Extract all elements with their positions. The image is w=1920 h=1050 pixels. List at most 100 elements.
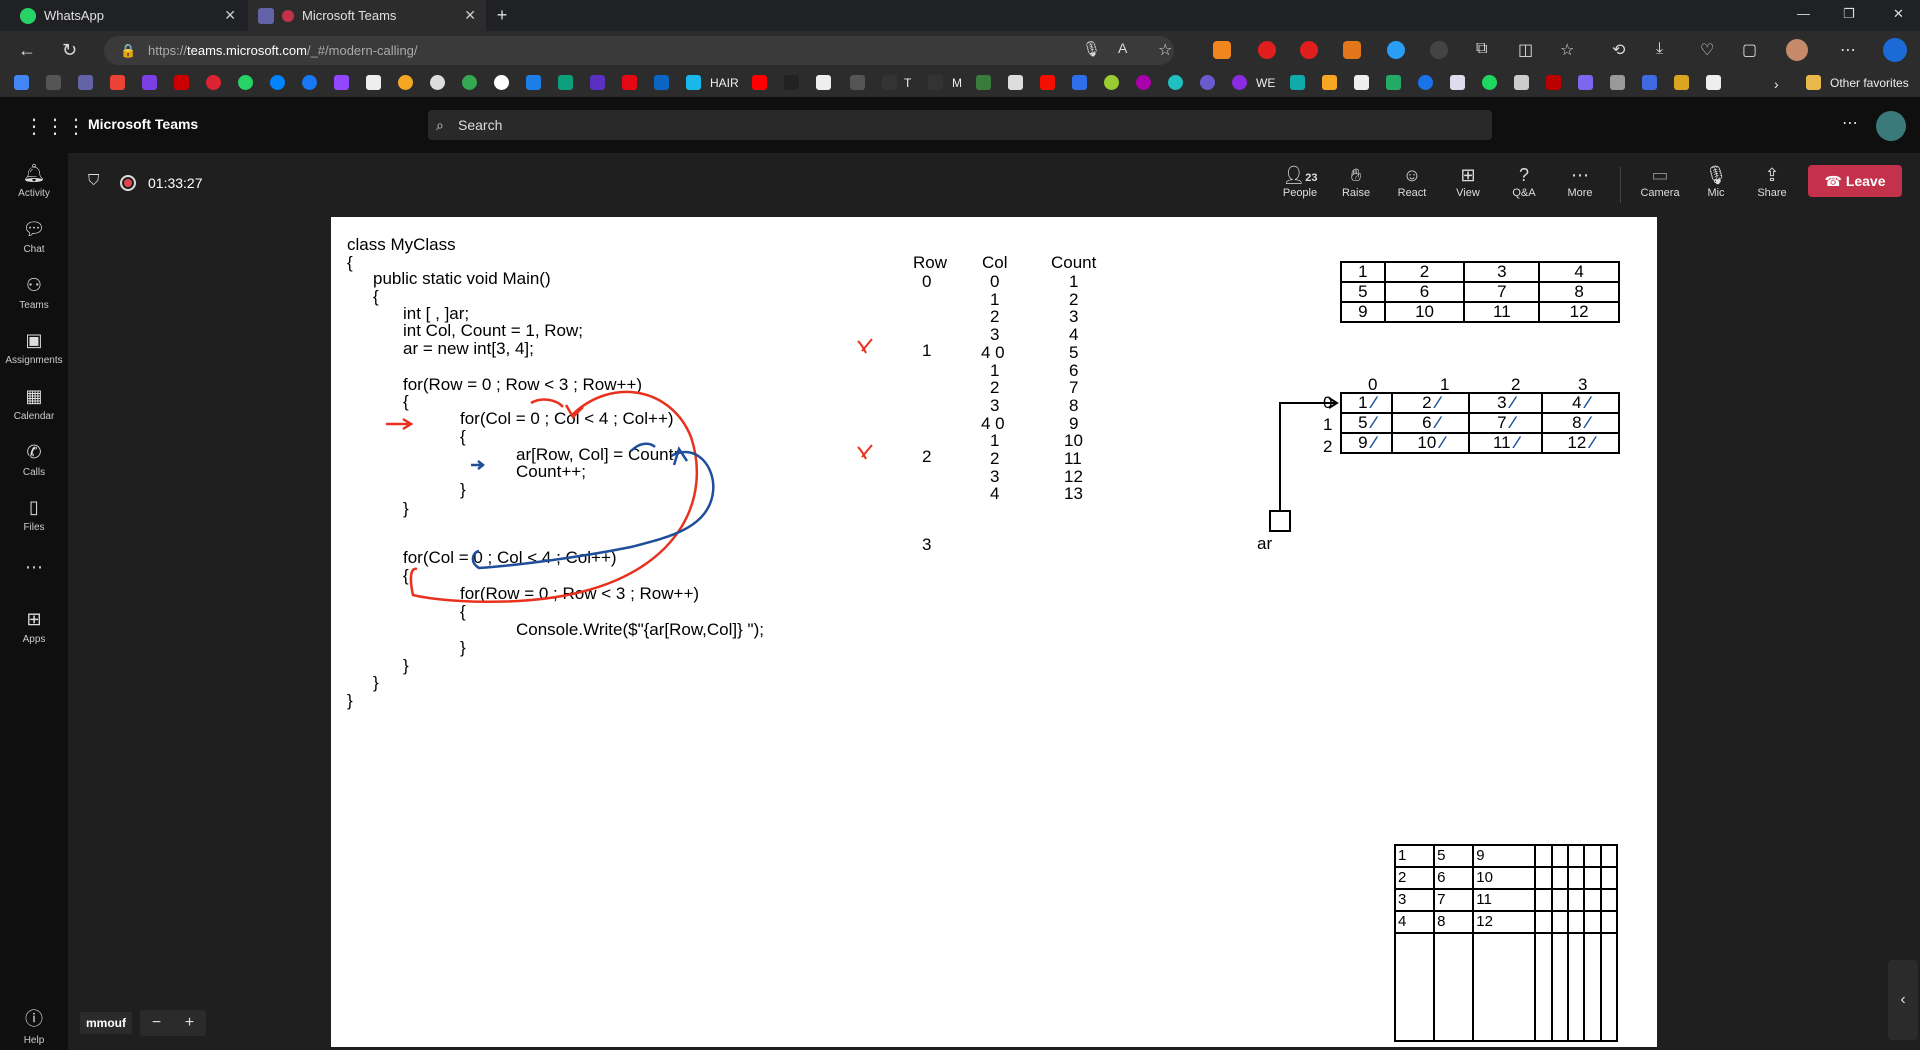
extension-icon[interactable] [1343,41,1361,59]
favorite-icon[interactable] [1072,75,1087,90]
rail-item-activity[interactable]: 🔔︎ Activity [0,163,68,199]
favorite-icon[interactable] [430,75,445,90]
new-tab-button[interactable]: + [490,4,514,26]
favorite-icon[interactable] [142,75,157,90]
favorite-icon[interactable] [334,75,349,90]
rail-item-files[interactable]: ▯ Files [0,497,68,533]
whatsapp-icon[interactable] [238,75,253,90]
favorite-hair[interactable]: HAIR [710,76,739,90]
favorite-icon[interactable] [1136,75,1151,90]
favorite-icon[interactable] [1706,75,1721,90]
extension-icon[interactable] [1213,41,1231,59]
adobe-icon[interactable] [1040,75,1055,90]
close-tab-icon[interactable]: ✕ [224,7,236,24]
favorite-icon[interactable] [882,75,897,90]
favorite-icon[interactable] [1482,75,1497,90]
camera-button[interactable]: ▭ Camera [1632,163,1688,199]
extension-icon[interactable] [1258,41,1276,59]
expand-panel-icon[interactable]: ‹ [1888,960,1918,1040]
favorite-icon[interactable] [1514,75,1529,90]
rail-item-calls[interactable]: ✆ Calls [0,442,68,478]
leave-button[interactable]: ☎ Leave [1808,165,1902,197]
restore-icon[interactable]: ❐ [1843,6,1855,22]
dark-mode-icon[interactable] [1430,41,1448,59]
extension-icon[interactable] [1300,41,1318,59]
favorite-icon[interactable] [784,75,799,90]
favorite-icon[interactable] [1200,75,1215,90]
close-tab-icon[interactable]: ✕ [464,7,476,24]
rail-item-calendar[interactable]: ▦ Calendar [0,386,68,422]
amazon-icon[interactable] [366,75,381,90]
youtube-icon[interactable] [752,75,767,90]
favorite-icon[interactable] [526,75,541,90]
messenger-icon[interactable] [270,75,285,90]
read-aloud-icon[interactable]: A [1118,40,1127,56]
rail-item-teams[interactable]: ⚇ Teams [0,275,68,311]
maps-icon[interactable] [462,75,477,90]
split-screen-icon[interactable]: ◫ [1518,40,1533,60]
favorite-icon[interactable] [1008,75,1023,90]
back-icon[interactable]: ← [18,40,36,61]
favorite-icon[interactable] [816,75,831,90]
favorite-icon[interactable] [1104,75,1119,90]
share-button[interactable]: ⇪ Share [1744,163,1800,199]
downloads-icon[interactable]: ⤓ [1656,40,1663,58]
rail-item-chat[interactable]: 💬︎ Chat [0,219,68,255]
favorite-icon[interactable] [1290,75,1305,90]
react-button[interactable]: ☺ React [1384,163,1440,199]
favorite-icon[interactable] [928,75,943,90]
favorite-icon[interactable] [1578,75,1593,90]
minimize-icon[interactable]: — [1797,6,1810,21]
more-favorites-chevron-icon[interactable]: › [1774,76,1779,92]
favorite-m[interactable]: M [952,76,962,90]
favorite-icon[interactable] [1232,75,1247,90]
favorite-icon[interactable] [976,75,991,90]
linkedin-icon[interactable] [654,75,669,90]
favorite-icon[interactable] [1674,75,1689,90]
refresh-icon[interactable]: ↻ [62,40,77,61]
history-icon[interactable]: ⟲ [1612,40,1625,60]
mic-button[interactable]: 🎙︎ Mic [1688,163,1744,199]
more-options-icon[interactable]: ⋯ [1842,113,1858,133]
settings-more-icon[interactable]: ⋯ [1840,40,1856,60]
favorites-icon[interactable]: ☆ [1560,40,1574,60]
favorite-icon[interactable] [1386,75,1401,90]
favorite-icon[interactable] [1450,75,1465,90]
facebook-icon[interactable] [302,75,317,90]
user-avatar[interactable] [1876,111,1906,141]
favorite-t[interactable]: T [904,76,911,90]
favorite-icon[interactable] [398,75,413,90]
favorite-icon[interactable] [1642,75,1657,90]
browser-tab-whatsapp[interactable]: WhatsApp ✕ [0,0,246,31]
url-field[interactable]: 🔒 https://teams.microsoft.com/_#/modern-… [104,36,1174,65]
favorite-icon[interactable] [174,75,189,90]
netflix-icon[interactable] [622,75,637,90]
extension-icon[interactable] [1387,41,1405,59]
rail-item-apps[interactable]: ⊞ Apps [0,609,68,645]
people-button[interactable]: 👤︎23 People [1272,163,1328,199]
favorite-icon[interactable] [1354,75,1369,90]
favorite-icon[interactable] [78,75,93,90]
google-icon[interactable] [494,75,509,90]
collections-icon[interactable]: ▢ [1742,40,1757,60]
gmail-icon[interactable] [110,75,125,90]
extensions-puzzle-icon[interactable]: ⧉ [1476,40,1487,58]
profile-avatar[interactable] [1786,39,1808,61]
favorite-icon[interactable] [14,75,29,90]
zoom-out-icon[interactable]: − [152,1014,161,1032]
close-window-icon[interactable]: ✕ [1893,6,1904,22]
rail-item-assignments[interactable]: ▣ Assignments [0,330,68,366]
favorite-star-icon[interactable]: ☆ [1158,40,1172,60]
favorite-icon[interactable] [590,75,605,90]
performance-icon[interactable]: ♡ [1700,40,1714,60]
rail-more-icon[interactable]: ⋯ [0,557,68,578]
qa-button[interactable]: ? Q&A [1496,163,1552,199]
rail-item-help[interactable]: ⓘ Help [0,1005,68,1046]
favorite-icon[interactable] [1418,75,1433,90]
view-button[interactable]: ⊞ View [1440,163,1496,199]
favorite-icon[interactable] [1546,75,1561,90]
favorite-icon[interactable] [206,75,221,90]
favorite-icon[interactable] [1322,75,1337,90]
favorite-icon[interactable] [1610,75,1625,90]
vimeo-icon[interactable] [686,75,701,90]
